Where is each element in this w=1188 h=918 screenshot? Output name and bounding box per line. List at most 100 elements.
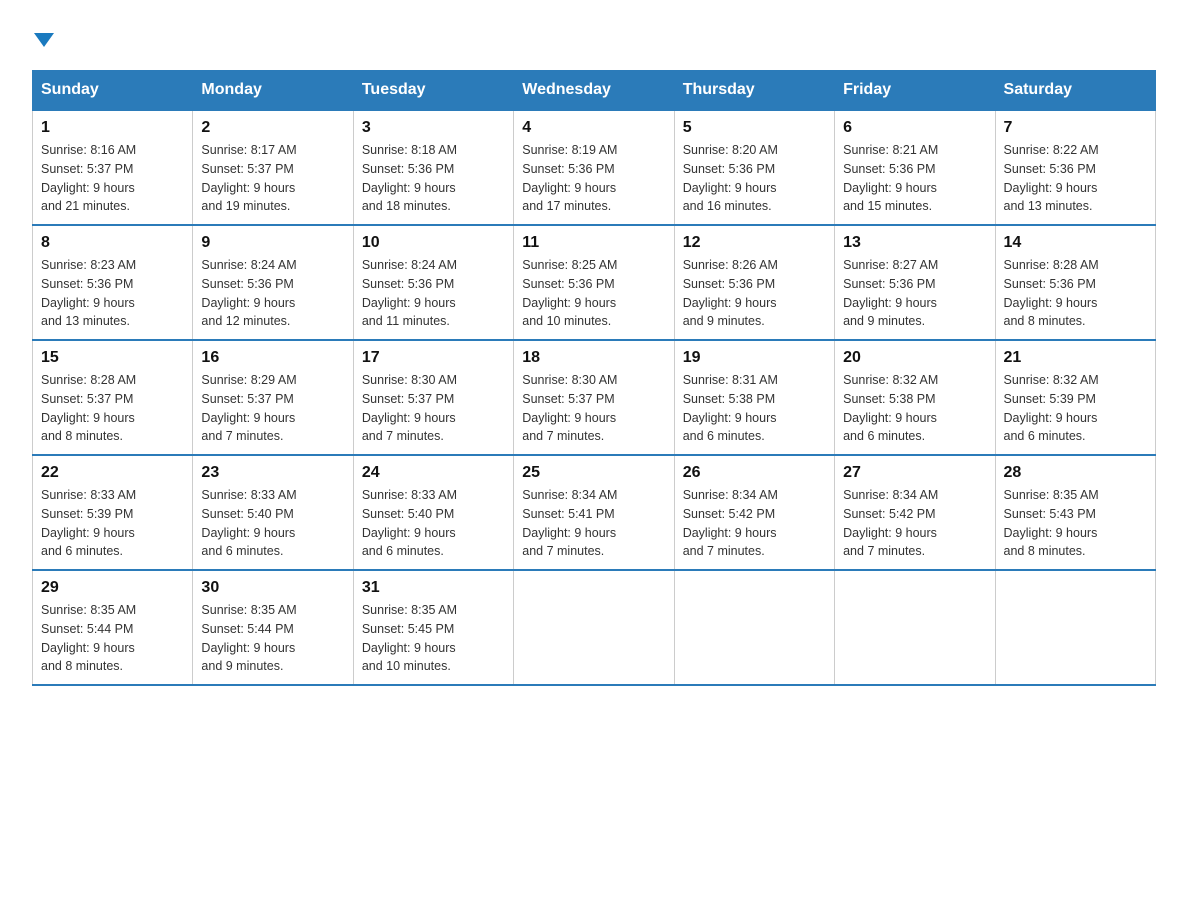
day-info: Sunrise: 8:35 AM Sunset: 5:44 PM Dayligh… bbox=[201, 601, 344, 676]
day-number: 9 bbox=[201, 234, 344, 252]
table-row: 18 Sunrise: 8:30 AM Sunset: 5:37 PM Dayl… bbox=[514, 340, 674, 455]
table-row: 13 Sunrise: 8:27 AM Sunset: 5:36 PM Dayl… bbox=[835, 225, 995, 340]
table-row: 6 Sunrise: 8:21 AM Sunset: 5:36 PM Dayli… bbox=[835, 110, 995, 225]
table-row: 4 Sunrise: 8:19 AM Sunset: 5:36 PM Dayli… bbox=[514, 110, 674, 225]
table-row: 3 Sunrise: 8:18 AM Sunset: 5:36 PM Dayli… bbox=[353, 110, 513, 225]
table-row: 21 Sunrise: 8:32 AM Sunset: 5:39 PM Dayl… bbox=[995, 340, 1155, 455]
calendar-body: 1 Sunrise: 8:16 AM Sunset: 5:37 PM Dayli… bbox=[33, 110, 1156, 685]
table-row bbox=[995, 570, 1155, 685]
day-number: 1 bbox=[41, 119, 184, 137]
day-info: Sunrise: 8:35 AM Sunset: 5:44 PM Dayligh… bbox=[41, 601, 184, 676]
day-info: Sunrise: 8:26 AM Sunset: 5:36 PM Dayligh… bbox=[683, 256, 826, 331]
col-saturday: Saturday bbox=[995, 71, 1155, 111]
day-info: Sunrise: 8:30 AM Sunset: 5:37 PM Dayligh… bbox=[362, 371, 505, 446]
table-row: 26 Sunrise: 8:34 AM Sunset: 5:42 PM Dayl… bbox=[674, 455, 834, 570]
calendar-header: Sunday Monday Tuesday Wednesday Thursday… bbox=[33, 71, 1156, 111]
table-row: 10 Sunrise: 8:24 AM Sunset: 5:36 PM Dayl… bbox=[353, 225, 513, 340]
table-row: 7 Sunrise: 8:22 AM Sunset: 5:36 PM Dayli… bbox=[995, 110, 1155, 225]
table-row: 23 Sunrise: 8:33 AM Sunset: 5:40 PM Dayl… bbox=[193, 455, 353, 570]
day-number: 13 bbox=[843, 234, 986, 252]
day-info: Sunrise: 8:27 AM Sunset: 5:36 PM Dayligh… bbox=[843, 256, 986, 331]
day-info: Sunrise: 8:33 AM Sunset: 5:39 PM Dayligh… bbox=[41, 486, 184, 561]
table-row: 22 Sunrise: 8:33 AM Sunset: 5:39 PM Dayl… bbox=[33, 455, 193, 570]
table-row: 20 Sunrise: 8:32 AM Sunset: 5:38 PM Dayl… bbox=[835, 340, 995, 455]
table-row: 27 Sunrise: 8:34 AM Sunset: 5:42 PM Dayl… bbox=[835, 455, 995, 570]
day-number: 2 bbox=[201, 119, 344, 137]
day-info: Sunrise: 8:29 AM Sunset: 5:37 PM Dayligh… bbox=[201, 371, 344, 446]
day-number: 27 bbox=[843, 464, 986, 482]
table-row bbox=[835, 570, 995, 685]
logo-general-line bbox=[32, 24, 54, 52]
table-row: 9 Sunrise: 8:24 AM Sunset: 5:36 PM Dayli… bbox=[193, 225, 353, 340]
day-number: 14 bbox=[1004, 234, 1147, 252]
calendar-week-3: 15 Sunrise: 8:28 AM Sunset: 5:37 PM Dayl… bbox=[33, 340, 1156, 455]
day-number: 3 bbox=[362, 119, 505, 137]
day-info: Sunrise: 8:34 AM Sunset: 5:42 PM Dayligh… bbox=[843, 486, 986, 561]
day-number: 20 bbox=[843, 349, 986, 367]
day-info: Sunrise: 8:22 AM Sunset: 5:36 PM Dayligh… bbox=[1004, 141, 1147, 216]
day-number: 6 bbox=[843, 119, 986, 137]
day-info: Sunrise: 8:34 AM Sunset: 5:41 PM Dayligh… bbox=[522, 486, 665, 561]
table-row: 30 Sunrise: 8:35 AM Sunset: 5:44 PM Dayl… bbox=[193, 570, 353, 685]
header-row: Sunday Monday Tuesday Wednesday Thursday… bbox=[33, 71, 1156, 111]
day-info: Sunrise: 8:21 AM Sunset: 5:36 PM Dayligh… bbox=[843, 141, 986, 216]
day-info: Sunrise: 8:28 AM Sunset: 5:36 PM Dayligh… bbox=[1004, 256, 1147, 331]
day-number: 21 bbox=[1004, 349, 1147, 367]
day-info: Sunrise: 8:18 AM Sunset: 5:36 PM Dayligh… bbox=[362, 141, 505, 216]
day-info: Sunrise: 8:24 AM Sunset: 5:36 PM Dayligh… bbox=[362, 256, 505, 331]
day-number: 10 bbox=[362, 234, 505, 252]
col-tuesday: Tuesday bbox=[353, 71, 513, 111]
table-row: 2 Sunrise: 8:17 AM Sunset: 5:37 PM Dayli… bbox=[193, 110, 353, 225]
page-header bbox=[32, 24, 1156, 52]
logo bbox=[32, 24, 54, 52]
day-number: 23 bbox=[201, 464, 344, 482]
day-number: 7 bbox=[1004, 119, 1147, 137]
day-info: Sunrise: 8:20 AM Sunset: 5:36 PM Dayligh… bbox=[683, 141, 826, 216]
day-info: Sunrise: 8:28 AM Sunset: 5:37 PM Dayligh… bbox=[41, 371, 184, 446]
day-info: Sunrise: 8:34 AM Sunset: 5:42 PM Dayligh… bbox=[683, 486, 826, 561]
day-number: 24 bbox=[362, 464, 505, 482]
day-number: 26 bbox=[683, 464, 826, 482]
day-number: 19 bbox=[683, 349, 826, 367]
day-info: Sunrise: 8:32 AM Sunset: 5:38 PM Dayligh… bbox=[843, 371, 986, 446]
day-info: Sunrise: 8:24 AM Sunset: 5:36 PM Dayligh… bbox=[201, 256, 344, 331]
day-number: 29 bbox=[41, 579, 184, 597]
logo-triangle-icon bbox=[34, 33, 54, 47]
table-row: 11 Sunrise: 8:25 AM Sunset: 5:36 PM Dayl… bbox=[514, 225, 674, 340]
calendar-week-5: 29 Sunrise: 8:35 AM Sunset: 5:44 PM Dayl… bbox=[33, 570, 1156, 685]
table-row: 29 Sunrise: 8:35 AM Sunset: 5:44 PM Dayl… bbox=[33, 570, 193, 685]
table-row: 1 Sunrise: 8:16 AM Sunset: 5:37 PM Dayli… bbox=[33, 110, 193, 225]
col-wednesday: Wednesday bbox=[514, 71, 674, 111]
day-number: 28 bbox=[1004, 464, 1147, 482]
day-info: Sunrise: 8:31 AM Sunset: 5:38 PM Dayligh… bbox=[683, 371, 826, 446]
day-number: 12 bbox=[683, 234, 826, 252]
table-row: 12 Sunrise: 8:26 AM Sunset: 5:36 PM Dayl… bbox=[674, 225, 834, 340]
calendar-table: Sunday Monday Tuesday Wednesday Thursday… bbox=[32, 70, 1156, 686]
table-row: 24 Sunrise: 8:33 AM Sunset: 5:40 PM Dayl… bbox=[353, 455, 513, 570]
day-info: Sunrise: 8:33 AM Sunset: 5:40 PM Dayligh… bbox=[362, 486, 505, 561]
table-row: 28 Sunrise: 8:35 AM Sunset: 5:43 PM Dayl… bbox=[995, 455, 1155, 570]
table-row: 14 Sunrise: 8:28 AM Sunset: 5:36 PM Dayl… bbox=[995, 225, 1155, 340]
day-info: Sunrise: 8:16 AM Sunset: 5:37 PM Dayligh… bbox=[41, 141, 184, 216]
day-number: 16 bbox=[201, 349, 344, 367]
day-number: 31 bbox=[362, 579, 505, 597]
day-info: Sunrise: 8:19 AM Sunset: 5:36 PM Dayligh… bbox=[522, 141, 665, 216]
day-number: 25 bbox=[522, 464, 665, 482]
table-row: 17 Sunrise: 8:30 AM Sunset: 5:37 PM Dayl… bbox=[353, 340, 513, 455]
day-info: Sunrise: 8:35 AM Sunset: 5:45 PM Dayligh… bbox=[362, 601, 505, 676]
col-monday: Monday bbox=[193, 71, 353, 111]
day-number: 18 bbox=[522, 349, 665, 367]
table-row: 5 Sunrise: 8:20 AM Sunset: 5:36 PM Dayli… bbox=[674, 110, 834, 225]
calendar-week-4: 22 Sunrise: 8:33 AM Sunset: 5:39 PM Dayl… bbox=[33, 455, 1156, 570]
calendar-week-2: 8 Sunrise: 8:23 AM Sunset: 5:36 PM Dayli… bbox=[33, 225, 1156, 340]
day-info: Sunrise: 8:35 AM Sunset: 5:43 PM Dayligh… bbox=[1004, 486, 1147, 561]
col-thursday: Thursday bbox=[674, 71, 834, 111]
day-number: 22 bbox=[41, 464, 184, 482]
day-number: 5 bbox=[683, 119, 826, 137]
day-number: 11 bbox=[522, 234, 665, 252]
table-row bbox=[514, 570, 674, 685]
day-number: 30 bbox=[201, 579, 344, 597]
day-info: Sunrise: 8:25 AM Sunset: 5:36 PM Dayligh… bbox=[522, 256, 665, 331]
day-info: Sunrise: 8:17 AM Sunset: 5:37 PM Dayligh… bbox=[201, 141, 344, 216]
table-row: 16 Sunrise: 8:29 AM Sunset: 5:37 PM Dayl… bbox=[193, 340, 353, 455]
